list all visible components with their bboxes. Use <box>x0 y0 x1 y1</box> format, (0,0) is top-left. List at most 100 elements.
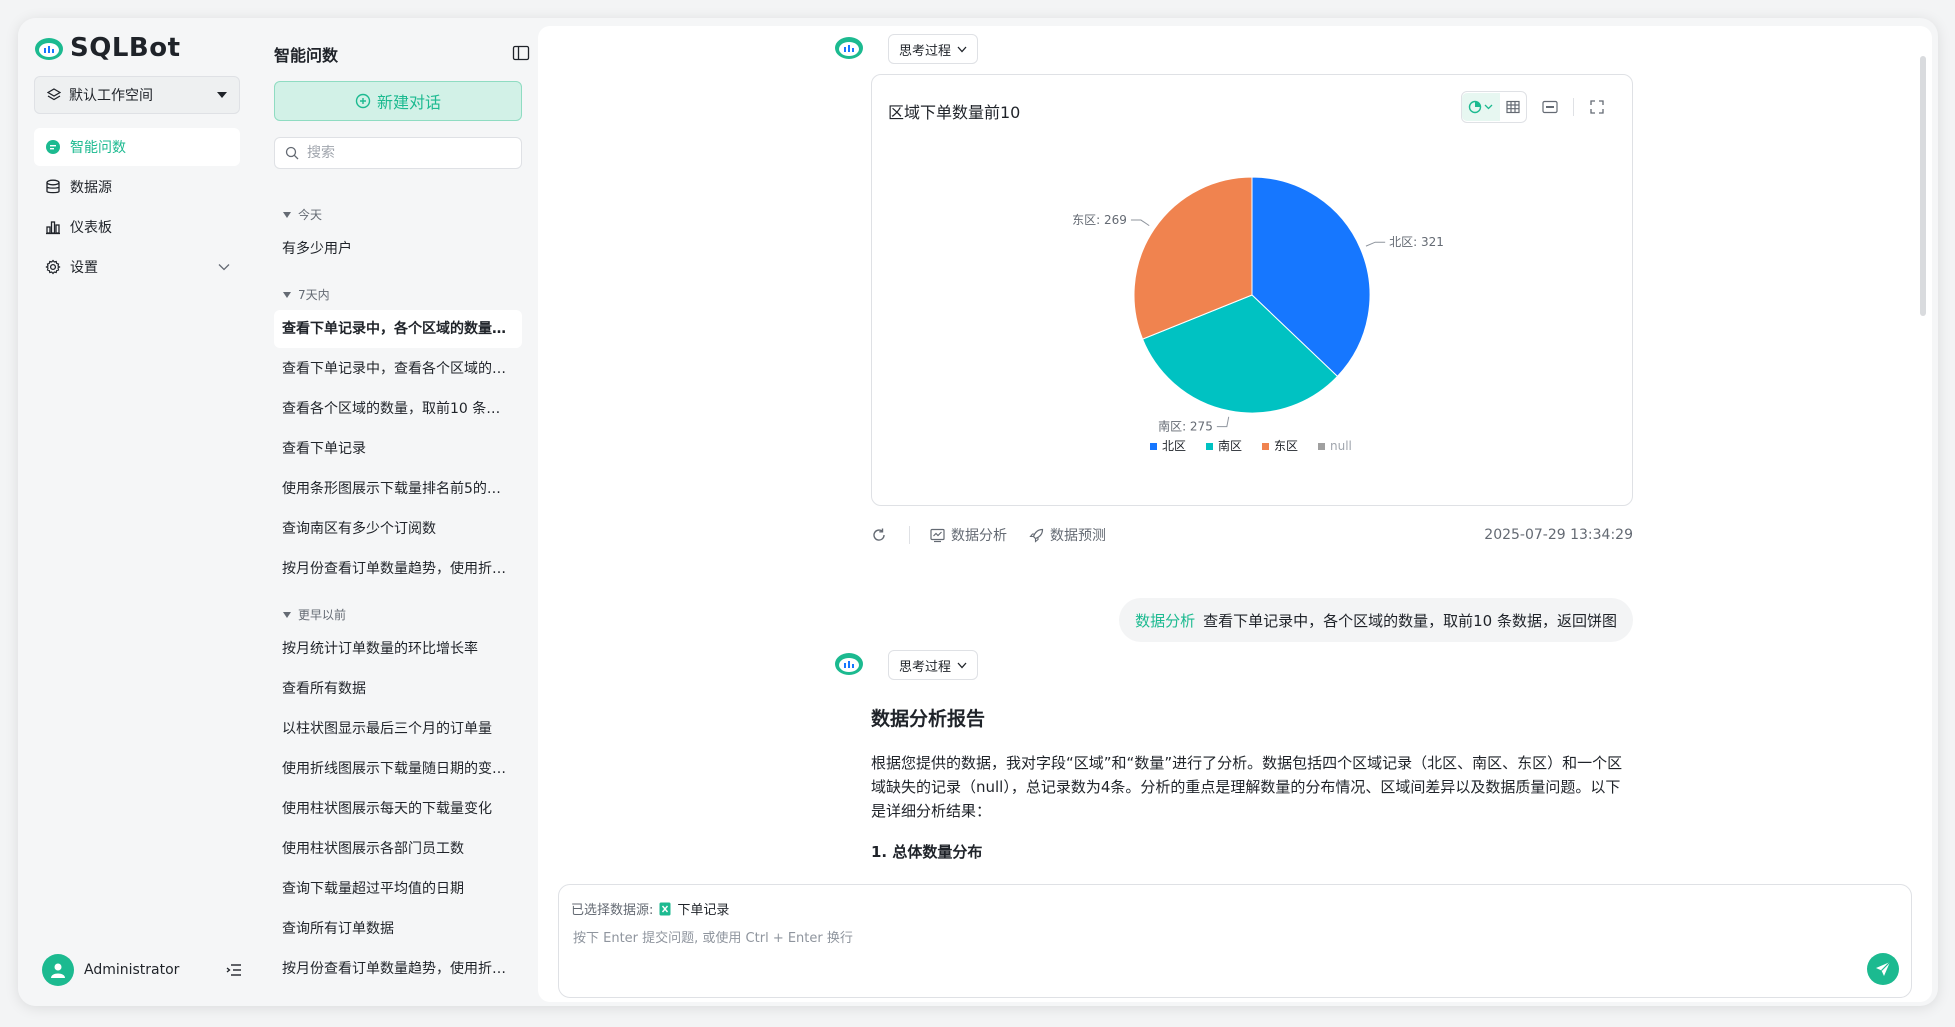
group-today[interactable]: 今天 <box>282 206 322 223</box>
report-paragraph: 根据您提供的数据，我对字段“区域”和“数量”进行了分析。数据包括四个区域记录（北… <box>871 754 1623 820</box>
legend-swatch[interactable] <box>1150 443 1157 450</box>
history-item[interactable]: 查询所有订单数据 <box>274 910 522 948</box>
history-item[interactable]: 以柱状图显示最后三个月的订单量 <box>274 710 522 748</box>
sidebar-toggle-icon[interactable] <box>512 44 530 62</box>
sidebar: SQLBot 默认工作空间 智能问数 数据源 仪表板 设置 Administra… <box>18 18 258 1006</box>
nav-item-dashboard[interactable]: 仪表板 <box>34 208 240 246</box>
chevron-down-icon <box>957 46 967 52</box>
chart-toolbar <box>1461 91 1612 123</box>
legend-label[interactable]: null <box>1330 439 1352 453</box>
divider <box>1573 98 1574 116</box>
sqlbot-logo-icon <box>35 38 63 60</box>
history-item[interactable]: 查看各个区域的数量，取前10 条数据，返回饼图 <box>274 390 522 428</box>
history-item[interactable]: 使用柱状图展示各部门员工数 <box>274 830 522 868</box>
database-icon <box>44 178 62 196</box>
user-name: Administrator <box>84 962 180 978</box>
workspace-selector[interactable]: 默认工作空间 <box>34 76 240 114</box>
user-profile[interactable]: Administrator <box>42 952 242 988</box>
layers-icon <box>47 88 61 101</box>
nav-label: 数据源 <box>70 180 112 196</box>
history-item[interactable]: 按月份查看订单数量趋势，使用折线图 <box>274 950 522 988</box>
history-item[interactable]: 查询下载量超过平均值的日期 <box>274 870 522 908</box>
legend-label[interactable]: 北区 <box>1162 439 1186 453</box>
nav-item-settings[interactable]: 设置 <box>34 248 240 286</box>
predict-label: 数据预测 <box>1050 528 1106 544</box>
legend-swatch[interactable] <box>1318 443 1325 450</box>
fullscreen-button[interactable] <box>1582 92 1612 122</box>
pie-chart-button[interactable] <box>1462 93 1500 121</box>
nav-item-smart-query[interactable]: 智能问数 <box>34 128 240 166</box>
bot-avatar-icon <box>835 653 863 675</box>
history-item[interactable]: 查看所有数据 <box>274 670 522 708</box>
excel-icon <box>659 902 671 915</box>
user-message: 数据分析 查看下单记录中，各个区域的数量，取前10 条数据，返回饼图 <box>1119 598 1633 642</box>
chevron-down-icon <box>957 662 967 668</box>
new-chat-button[interactable]: 新建对话 <box>274 81 522 121</box>
nav-label: 设置 <box>70 260 98 276</box>
pie-data-label: 南区: 275 <box>1158 419 1213 434</box>
history-item[interactable]: 使用条形图展示下载量排名前5的日期 <box>274 470 522 508</box>
main-nav: 智能问数 数据源 仪表板 设置 <box>34 128 240 288</box>
thinking-process-toggle[interactable]: 思考过程 <box>888 650 979 680</box>
chart-actions: 数据分析 数据预测 2025-07-29 13:34:29 <box>871 520 1633 550</box>
thinking-label: 思考过程 <box>899 659 952 675</box>
chart-card: 区域下单数量前10 北区: 321 南区: 275 东区: 269 北区 南区 … <box>871 74 1633 506</box>
history-item[interactable]: 使用折线图展示下载量随日期的变化趋势 <box>274 750 522 788</box>
caret-down-icon <box>283 291 291 298</box>
send-button[interactable] <box>1867 953 1899 985</box>
report-title: 数据分析报告 <box>871 708 986 730</box>
analysis-label: 数据分析 <box>951 528 1007 544</box>
predict-button[interactable]: 数据预测 <box>1029 525 1106 545</box>
group-7days[interactable]: 7天内 <box>282 286 330 303</box>
divider <box>909 526 910 544</box>
fullscreen-icon <box>1590 100 1604 114</box>
message-tag: 数据分析 <box>1135 611 1196 630</box>
history-search[interactable] <box>274 137 522 169</box>
user-icon <box>51 963 65 978</box>
history-item[interactable]: 有多少用户 <box>274 230 522 268</box>
table-icon <box>1506 100 1520 114</box>
chat-history-panel: 智能问数 新建对话 今天 有多少用户 7天内 查看下单记录中，各个区域的数量，取… <box>258 18 536 1006</box>
scrollbar[interactable] <box>1920 56 1926 316</box>
datasource-indicator: 已选择数据源: 下单记录 <box>571 899 729 918</box>
history-item[interactable]: 查看下单记录中，查看各个区域的数量 <box>274 350 522 388</box>
thinking-process-toggle[interactable]: 思考过程 <box>888 34 979 64</box>
thinking-label: 思考过程 <box>899 43 952 59</box>
app-window: SQLBot 默认工作空间 智能问数 数据源 仪表板 设置 Administra… <box>18 18 1938 1006</box>
legend-swatch[interactable] <box>1262 443 1269 450</box>
new-chat-label: 新建对话 <box>376 93 441 112</box>
refresh-button[interactable] <box>871 527 887 543</box>
history-item[interactable]: 按月统计订单数量的环比增长率 <box>274 630 522 668</box>
bot-avatar-icon <box>835 37 863 59</box>
sql-view-button[interactable] <box>1535 92 1565 122</box>
nav-label: 仪表板 <box>70 220 112 236</box>
history-item[interactable]: 使用柱状图展示每天的下载量变化 <box>274 790 522 828</box>
pie-data-label: 东区: 269 <box>1072 213 1127 227</box>
question-input[interactable] <box>571 925 1775 959</box>
collapse-menu-icon[interactable] <box>226 963 242 977</box>
history-item[interactable]: 查看下单记录 <box>274 430 522 468</box>
datasource-name[interactable]: 下单记录 <box>677 899 729 918</box>
legend-label[interactable]: 东区 <box>1274 439 1298 453</box>
history-item[interactable]: 查看下单记录中，各个区域的数量，取前10条数据，返回饼图 <box>274 310 522 348</box>
app-name: SQLBot <box>70 33 181 63</box>
caret-down-icon <box>283 611 291 618</box>
table-view-button[interactable] <box>1500 93 1526 121</box>
rocket-icon <box>1029 528 1044 543</box>
analysis-button[interactable]: 数据分析 <box>930 525 1007 545</box>
legend-label[interactable]: 南区 <box>1218 438 1242 453</box>
history-item[interactable]: 按月份查看订单数量趋势，使用折线图 <box>274 550 522 588</box>
chat-icon <box>44 138 62 156</box>
nav-item-datasource[interactable]: 数据源 <box>34 168 240 206</box>
history-item[interactable]: 查询南区有多少个订阅数 <box>274 510 522 548</box>
add-chat-icon <box>355 93 371 109</box>
avatar <box>42 954 74 986</box>
group-earlier[interactable]: 更早以前 <box>282 606 346 623</box>
search-icon <box>285 146 299 160</box>
search-input[interactable] <box>305 144 509 162</box>
report-section-heading: 1. 总体数量分布 <box>871 843 983 861</box>
pie-data-label: 北区: 321 <box>1389 235 1444 249</box>
legend-swatch[interactable] <box>1206 443 1213 450</box>
analysis-icon <box>930 528 945 542</box>
caret-down-icon <box>217 92 227 98</box>
